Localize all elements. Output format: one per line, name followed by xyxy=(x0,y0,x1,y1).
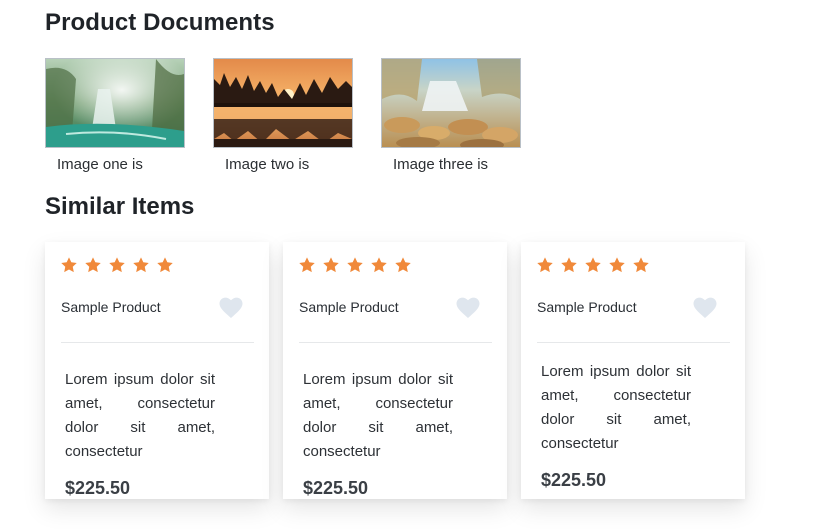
product-price: $225.50 xyxy=(303,478,369,498)
card-divider xyxy=(61,342,254,343)
document-gallery: Image one is Image two is Image three is xyxy=(45,58,565,178)
card-divider xyxy=(299,342,492,343)
document-thumbnail[interactable] xyxy=(213,58,353,148)
star-icon xyxy=(633,257,649,273)
section-title-similar-items: Similar Items xyxy=(45,193,195,220)
star-icon xyxy=(537,257,553,273)
star-icon xyxy=(61,257,77,273)
star-icon xyxy=(561,257,577,273)
product-price: $225.50 xyxy=(541,470,607,490)
product-name[interactable]: Sample Product xyxy=(299,299,399,315)
product-description: Lorem ipsum dolor sit amet, consectetur … xyxy=(65,371,215,460)
document-thumbnail[interactable] xyxy=(381,58,521,148)
star-icon xyxy=(585,257,601,273)
product-name[interactable]: Sample Product xyxy=(61,299,161,315)
document-item[interactable]: Image one is xyxy=(45,58,185,173)
heart-icon[interactable] xyxy=(219,297,243,319)
product-description: Lorem ipsum dolor sit amet, consectetur … xyxy=(541,363,691,452)
star-icon xyxy=(609,257,625,273)
rating-stars xyxy=(60,256,180,276)
star-icon xyxy=(85,257,101,273)
document-caption: Image three is xyxy=(393,156,489,173)
product-card[interactable]: Sample Product Lorem ipsum dolor sit ame… xyxy=(521,242,745,499)
product-card[interactable]: Sample Product Lorem ipsum dolor sit ame… xyxy=(283,242,507,499)
star-icon xyxy=(299,257,315,273)
product-name[interactable]: Sample Product xyxy=(537,299,637,315)
product-card[interactable]: Sample Product Lorem ipsum dolor sit ame… xyxy=(45,242,269,499)
star-icon xyxy=(395,257,411,273)
page-title: Product Documents xyxy=(45,9,275,36)
document-thumbnail[interactable] xyxy=(45,58,185,148)
rating-stars xyxy=(536,256,656,276)
star-icon xyxy=(347,257,363,273)
heart-icon[interactable] xyxy=(456,297,480,319)
rating-stars xyxy=(298,256,418,276)
document-caption: Image two is xyxy=(225,156,310,173)
star-icon xyxy=(157,257,173,273)
card-divider xyxy=(537,342,730,343)
document-item[interactable]: Image three is xyxy=(381,58,521,173)
star-icon xyxy=(323,257,339,273)
star-icon xyxy=(133,257,149,273)
product-price: $225.50 xyxy=(65,478,131,498)
heart-icon[interactable] xyxy=(693,297,717,319)
star-icon xyxy=(109,257,125,273)
document-caption: Image one is xyxy=(57,156,143,173)
star-icon xyxy=(371,257,387,273)
document-item[interactable]: Image two is xyxy=(213,58,353,173)
product-description: Lorem ipsum dolor sit amet, consectetur … xyxy=(303,371,453,460)
